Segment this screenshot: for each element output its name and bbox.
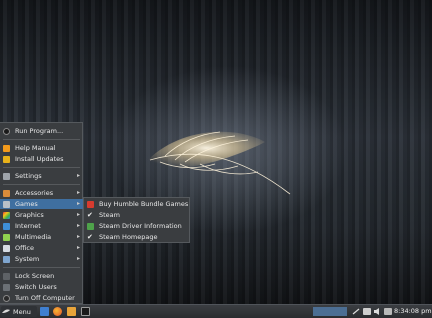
menu-item-graphics[interactable]: Graphics ▸ <box>0 210 83 220</box>
menu-item-lock-screen[interactable]: Lock Screen <box>0 271 83 281</box>
terminal-icon[interactable] <box>81 307 90 316</box>
office-icon <box>3 244 10 252</box>
submenu-item-buy-humble-bundle-games[interactable]: Buy Humble Bundle Games <box>84 199 189 209</box>
menu-item-turn-off-computer[interactable]: Turn Off Computer <box>0 293 83 303</box>
lock-icon <box>3 272 10 280</box>
software-center-icon[interactable] <box>67 307 76 316</box>
switch-users-icon <box>3 283 10 291</box>
clock[interactable]: 8:34:08 pm <box>394 307 432 315</box>
menu-item-label: Accessories <box>15 189 54 197</box>
menu-item-label: Help Manual <box>15 144 56 152</box>
menu-item-label: Games <box>15 200 38 208</box>
taskbar: Menu 8:34:08 pm <box>0 304 432 318</box>
menu-item-settings[interactable]: Settings ▸ <box>0 171 83 181</box>
submenu-item-steam-driver-information[interactable]: Steam Driver Information <box>84 221 189 231</box>
network-icon[interactable] <box>352 308 360 315</box>
menu-item-label: Switch Users <box>15 283 57 291</box>
settings-icon <box>3 172 10 180</box>
submenu-arrow-icon: ▸ <box>76 233 80 240</box>
menu-separator <box>3 267 80 268</box>
menu-item-label: System <box>15 255 40 263</box>
submenu-item-label: Steam Homepage <box>99 233 158 241</box>
power-icon <box>3 294 10 302</box>
menu-item-internet[interactable]: Internet ▸ <box>0 221 83 231</box>
submenu-item-label: Steam Driver Information <box>99 222 182 230</box>
submenu-arrow-icon: ▸ <box>76 211 80 218</box>
submenu-arrow-icon: ▸ <box>76 200 80 207</box>
submenu-item-steam-homepage[interactable]: ✔ Steam Homepage <box>84 232 189 242</box>
menu-item-accessories[interactable]: Accessories ▸ <box>0 188 83 198</box>
menu-item-label: Run Program... <box>15 127 64 135</box>
menu-item-label: Install Updates <box>15 155 64 163</box>
help-icon <box>3 144 10 152</box>
file-manager-icon[interactable] <box>40 307 49 316</box>
application-menu: Run Program... Help Manual Install Updat… <box>0 122 83 304</box>
updates-icon <box>3 155 10 163</box>
feather-menu-icon <box>2 309 10 313</box>
submenu-item-label: Buy Humble Bundle Games <box>99 200 189 208</box>
menu-item-label: Internet <box>15 222 41 230</box>
menu-item-system[interactable]: System ▸ <box>0 254 83 264</box>
humble-bundle-icon <box>87 200 94 208</box>
menu-item-label: Multimedia <box>15 233 52 241</box>
menu-button-label: Menu <box>13 307 31 316</box>
submenu-item-steam[interactable]: ✔ Steam <box>84 210 189 220</box>
steam-icon: ✔ <box>87 210 93 219</box>
menu-item-label: Office <box>15 244 34 252</box>
menu-item-label: Turn Off Computer <box>15 294 75 302</box>
workspace-switcher[interactable] <box>313 307 347 316</box>
submenu-arrow-icon: ▸ <box>76 222 80 229</box>
menu-separator <box>3 139 80 140</box>
steam-homepage-icon: ✔ <box>87 232 93 241</box>
games-icon <box>3 200 10 208</box>
menu-button[interactable]: Menu <box>1 306 37 317</box>
menu-separator <box>3 184 80 185</box>
menu-item-games[interactable]: Games ▸ <box>0 199 83 209</box>
menu-item-label: Graphics <box>15 211 44 219</box>
steam-driver-icon <box>87 222 94 230</box>
menu-item-install-updates[interactable]: Install Updates <box>0 154 83 164</box>
menu-item-label: Lock Screen <box>15 272 55 280</box>
internet-icon <box>3 222 10 230</box>
submenu-arrow-icon: ▸ <box>76 255 80 262</box>
feather-logo-icon <box>148 131 291 195</box>
menu-item-help-manual[interactable]: Help Manual <box>0 143 83 153</box>
games-submenu: Buy Humble Bundle Games ✔ Steam Steam Dr… <box>83 197 190 243</box>
menu-item-office[interactable]: Office ▸ <box>0 243 83 253</box>
menu-item-multimedia[interactable]: Multimedia ▸ <box>0 232 83 242</box>
submenu-arrow-icon: ▸ <box>76 189 80 196</box>
menu-separator <box>3 167 80 168</box>
submenu-item-label: Steam <box>99 211 120 219</box>
run-icon <box>3 127 10 135</box>
battery-icon[interactable] <box>363 308 371 315</box>
notification-icon[interactable] <box>384 308 392 315</box>
volume-icon[interactable] <box>374 308 382 315</box>
submenu-arrow-icon: ▸ <box>76 244 80 251</box>
menu-item-run-program[interactable]: Run Program... <box>0 126 83 136</box>
submenu-arrow-icon: ▸ <box>76 172 80 179</box>
system-icon <box>3 255 10 263</box>
accessories-icon <box>3 189 10 197</box>
graphics-icon <box>3 211 10 219</box>
multimedia-icon <box>3 233 10 241</box>
firefox-icon[interactable] <box>53 307 62 316</box>
menu-item-switch-users[interactable]: Switch Users <box>0 282 83 292</box>
menu-item-label: Settings <box>15 172 42 180</box>
